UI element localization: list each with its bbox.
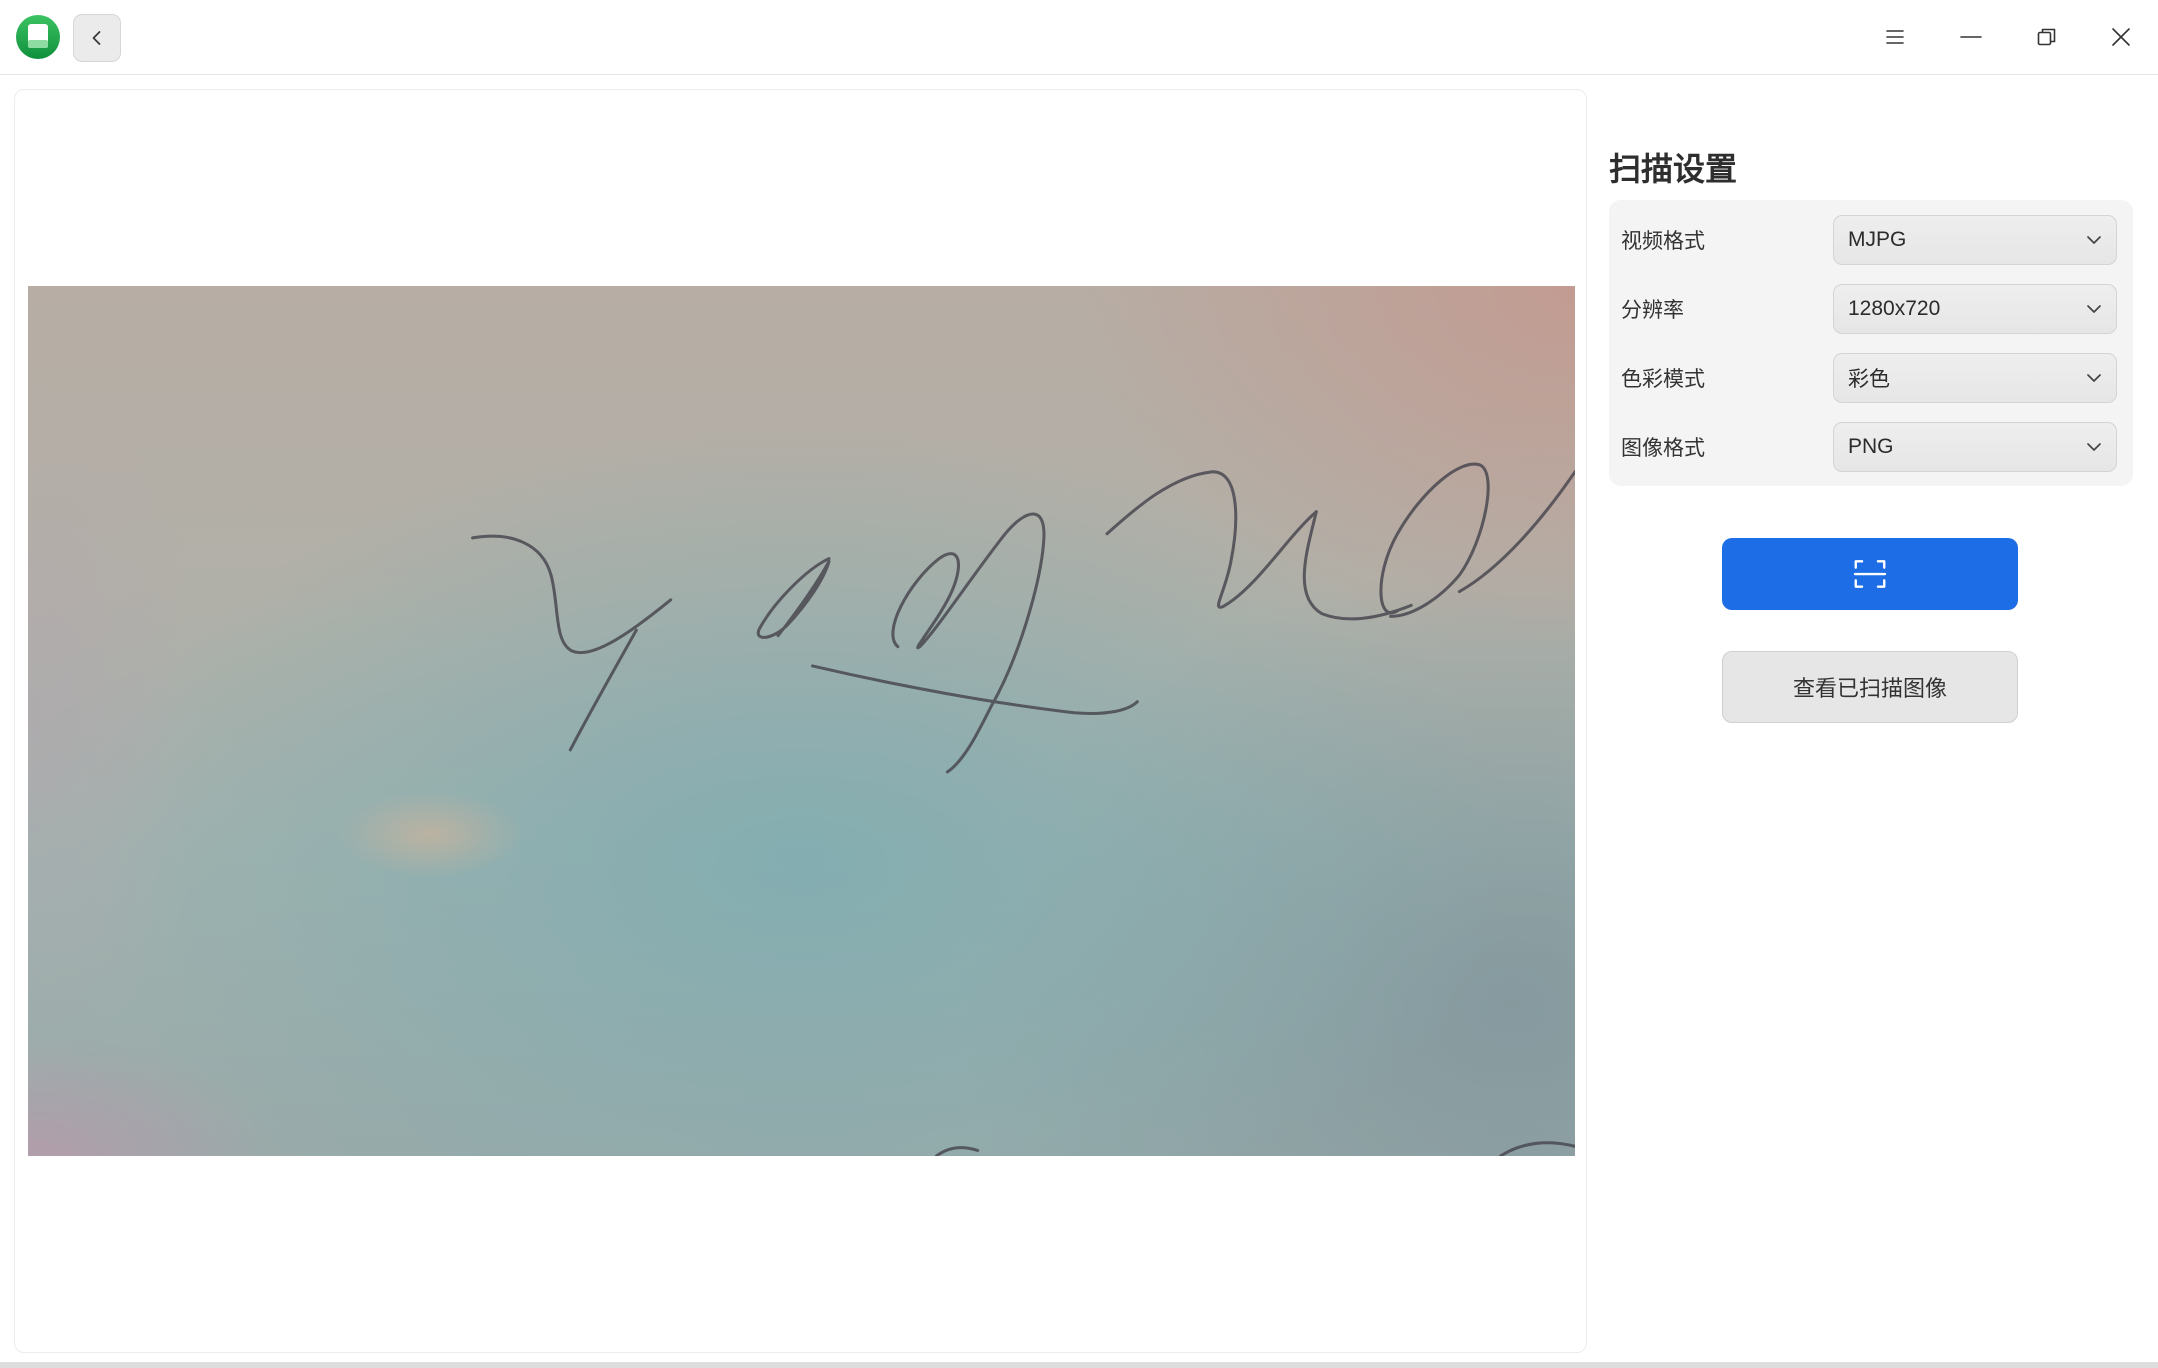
app-icon bbox=[16, 15, 60, 59]
setting-label: 色彩模式 bbox=[1621, 368, 1705, 391]
chevron-down-icon bbox=[2087, 443, 2101, 451]
select-value: PNG bbox=[1848, 435, 1894, 458]
chevron-down-icon bbox=[2087, 236, 2101, 244]
close-button[interactable] bbox=[2101, 17, 2141, 57]
scan-button[interactable] bbox=[1722, 538, 2018, 610]
minimize-icon bbox=[1960, 36, 1982, 38]
select-value: 1280x720 bbox=[1848, 297, 1941, 320]
setting-row-video-format: 视频格式 MJPG bbox=[1621, 215, 2117, 265]
view-scanned-images-button[interactable]: 查看已扫描图像 bbox=[1722, 651, 2018, 723]
settings-group: 视频格式 MJPG 分辨率 1280x720 色彩模式 彩色 图像格式 PNG bbox=[1609, 200, 2133, 486]
video-format-select[interactable]: MJPG bbox=[1833, 215, 2117, 265]
menu-icon bbox=[1886, 30, 1904, 44]
select-value: 彩色 bbox=[1848, 368, 1890, 391]
setting-row-color-mode: 色彩模式 彩色 bbox=[1621, 353, 2117, 403]
back-button[interactable] bbox=[73, 14, 121, 62]
scan-icon bbox=[1853, 560, 1887, 588]
setting-row-image-format: 图像格式 PNG bbox=[1621, 422, 2117, 472]
menu-button[interactable] bbox=[1875, 17, 1915, 57]
chevron-left-icon bbox=[92, 31, 101, 45]
image-format-select[interactable]: PNG bbox=[1833, 422, 2117, 472]
chevron-down-icon bbox=[2087, 374, 2101, 382]
setting-label: 分辨率 bbox=[1621, 299, 1684, 322]
handwriting-strokes bbox=[471, 462, 1575, 1156]
resolution-select[interactable]: 1280x720 bbox=[1833, 284, 2117, 334]
window-bottom-edge bbox=[0, 1362, 2158, 1368]
minimize-button[interactable] bbox=[1951, 17, 1991, 57]
color-mode-select[interactable]: 彩色 bbox=[1833, 353, 2117, 403]
restore-icon bbox=[2037, 28, 2056, 46]
setting-row-resolution: 分辨率 1280x720 bbox=[1621, 284, 2117, 334]
settings-title: 扫描设置 bbox=[1609, 151, 1738, 187]
close-icon bbox=[2112, 28, 2130, 46]
camera-preview bbox=[28, 286, 1575, 1156]
title-bar bbox=[0, 0, 2158, 75]
maximize-button[interactable] bbox=[2027, 17, 2067, 57]
chevron-down-icon bbox=[2087, 305, 2101, 313]
select-value: MJPG bbox=[1848, 228, 1907, 251]
setting-label: 视频格式 bbox=[1621, 230, 1705, 253]
setting-label: 图像格式 bbox=[1621, 437, 1705, 460]
